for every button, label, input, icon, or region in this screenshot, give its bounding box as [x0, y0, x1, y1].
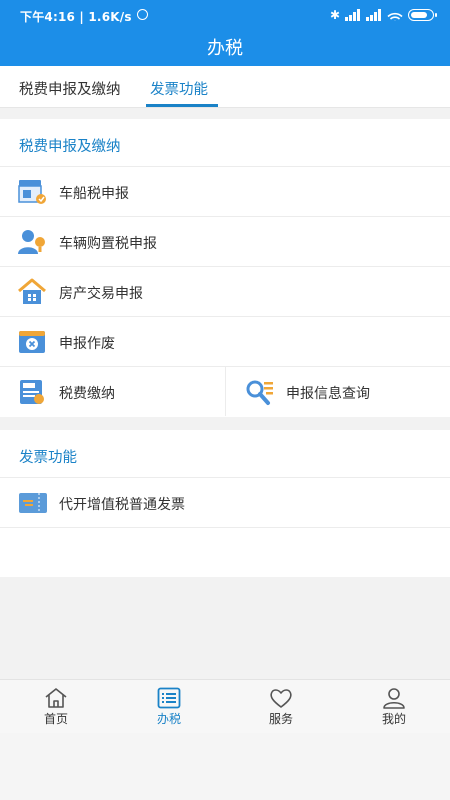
list-item-tax-payment[interactable]: 税费缴纳	[0, 367, 225, 416]
wifi-icon	[387, 9, 403, 21]
list-item-label: 车辆购置税申报	[59, 236, 157, 252]
bluetooth-icon: ✱	[329, 8, 340, 22]
search-info-icon	[244, 378, 274, 406]
nav-mine[interactable]: 我的	[364, 680, 424, 734]
section-title: 税费申报及缴纳	[0, 119, 450, 167]
list-item-void-declaration[interactable]: 申报作废	[0, 317, 450, 367]
tax-payment-icon	[17, 378, 47, 406]
nav-home[interactable]: 首页	[26, 680, 86, 734]
section-title: 发票功能	[0, 430, 450, 478]
section-invoice: 发票功能 代开增值税普通发票	[0, 430, 450, 577]
tab-tax-declaration[interactable]: 税费申报及缴纳	[19, 78, 121, 99]
bottom-nav: 首页 办税 服务 我的	[0, 679, 450, 733]
list-item-label: 车船税申报	[59, 186, 129, 202]
list-item-house-transaction[interactable]: 房产交易申报	[0, 267, 450, 317]
nav-tax[interactable]: 办税	[139, 680, 199, 734]
list-icon	[157, 687, 181, 709]
person-icon	[383, 688, 405, 709]
list-item-label: 申报作废	[59, 336, 115, 352]
list-item-vehicle-vessel-tax[interactable]: 车船税申报	[0, 167, 450, 217]
vehicle-vessel-tax-icon	[17, 178, 47, 206]
list-item-label: 税费缴纳	[59, 386, 115, 402]
house-icon	[17, 278, 47, 306]
nav-label: 服务	[268, 712, 293, 726]
page-title: 办税	[207, 38, 243, 59]
nav-label: 我的	[381, 712, 406, 726]
tab-bar: 税费申报及缴纳 发票功能	[0, 66, 450, 108]
nav-service[interactable]: 服务	[251, 680, 311, 734]
void-declaration-icon	[17, 328, 47, 356]
nav-label: 首页	[43, 712, 68, 726]
vehicle-purchase-tax-icon	[17, 228, 47, 256]
list-item-label: 代开增值税普通发票	[59, 497, 185, 513]
list-item-label: 房产交易申报	[59, 286, 143, 302]
list-item-vat-invoice[interactable]: 代开增值税普通发票	[0, 478, 450, 528]
list-item-declaration-query[interactable]: 申报信息查询	[226, 367, 450, 416]
status-bar: 下午4:16 | 1.6K/s ✱	[0, 0, 450, 30]
list-item-vehicle-purchase-tax[interactable]: 车辆购置税申报	[0, 217, 450, 267]
heart-icon	[270, 689, 292, 708]
active-tab-indicator	[146, 104, 218, 107]
signal-icon-2	[366, 9, 382, 21]
split-row: 税费缴纳 申报信息查询	[0, 367, 450, 417]
tab-invoice[interactable]: 发票功能	[150, 78, 208, 99]
home-icon	[45, 688, 67, 708]
invoice-icon	[17, 489, 47, 517]
system-nav-area	[0, 733, 450, 800]
app-header: 下午4:16 | 1.6K/s ✱ 办税	[0, 0, 450, 66]
list-item-label: 申报信息查询	[286, 386, 370, 402]
status-icons: ✱	[329, 8, 437, 22]
battery-icon	[408, 9, 437, 21]
section-tax-declaration: 税费申报及缴纳 车船税申报 车辆购置税申报 房产交易申报 申报作废 税费缴纳 申…	[0, 119, 450, 417]
alarm-icon	[137, 9, 148, 20]
signal-icon-1	[345, 9, 361, 21]
status-time: 下午4:16 | 1.6K/s	[20, 10, 132, 24]
nav-label: 办税	[156, 712, 181, 726]
